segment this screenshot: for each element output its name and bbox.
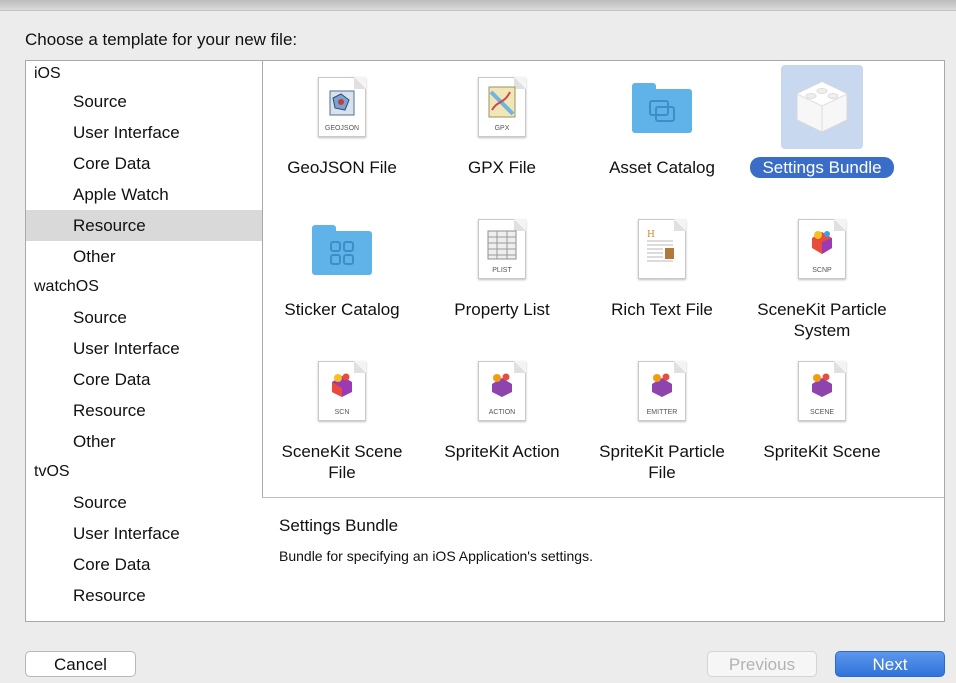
- template-settings-bundle[interactable]: Settings Bundle: [742, 65, 902, 178]
- sticker-catalog-folder-icon: [312, 225, 372, 275]
- sidebar-item-watchos-core-data[interactable]: Core Data: [26, 364, 262, 395]
- sidebar-item-ios-other[interactable]: Other: [26, 241, 262, 272]
- template-label: SpriteKit Scene: [763, 442, 881, 461]
- template-asset-catalog[interactable]: Asset Catalog: [582, 65, 742, 178]
- cancel-button[interactable]: Cancel: [25, 651, 136, 677]
- template-label: GPX File: [467, 158, 537, 177]
- sidebar-item-watchos-resource[interactable]: Resource: [26, 395, 262, 426]
- template-scenekit-scene-file[interactable]: SCN SceneKit Scene File: [262, 349, 422, 483]
- settings-bundle-cube-icon: [796, 81, 848, 133]
- template-scenekit-particle-system[interactable]: SCNP SceneKit Particle System: [742, 207, 902, 341]
- template-label: SpriteKit Action: [444, 442, 560, 461]
- spritekit-particle-doc-icon: EMITTER: [638, 361, 686, 421]
- sidebar-item-ios-source[interactable]: Source: [26, 86, 262, 117]
- template-label: Settings Bundle: [750, 157, 894, 178]
- plist-doc-icon: PLIST: [478, 219, 526, 279]
- sidebar-item-tvos-user-interface[interactable]: User Interface: [26, 518, 262, 549]
- sidebar-item-tvos-core-data[interactable]: Core Data: [26, 549, 262, 580]
- sidebar-item-ios-core-data[interactable]: Core Data: [26, 148, 262, 179]
- template-spritekit-scene[interactable]: SCENE SpriteKit Scene: [742, 349, 902, 462]
- template-sticker-catalog[interactable]: Sticker Catalog: [262, 207, 422, 320]
- sidebar-section-watchos: watchOS: [34, 278, 99, 295]
- sidebar-item-watchos-other[interactable]: Other: [26, 426, 262, 457]
- template-description-panel: Settings Bundle Bundle for specifying an…: [262, 498, 944, 621]
- template-label: Rich Text File: [611, 300, 713, 319]
- template-label: GeoJSON File: [287, 158, 397, 177]
- sidebar-item-ios-apple-watch[interactable]: Apple Watch: [26, 179, 262, 210]
- template-chooser-panel: iOS Source User Interface Core Data Appl…: [25, 60, 945, 622]
- gpx-doc-icon: GPX: [478, 77, 526, 137]
- svg-text:H: H: [647, 230, 655, 240]
- dialog-heading: Choose a template for your new file:: [25, 30, 298, 49]
- spritekit-action-doc-icon: ACTION: [478, 361, 526, 421]
- geojson-doc-icon: GEOJSON: [318, 77, 366, 137]
- template-label: Property List: [454, 300, 550, 319]
- window-title-bar: [0, 0, 956, 11]
- description-text: Bundle for specifying an iOS Application…: [279, 548, 593, 564]
- asset-catalog-folder-icon: [632, 83, 692, 133]
- template-property-list[interactable]: PLIST Property List: [422, 207, 582, 320]
- template-spritekit-particle-file[interactable]: EMITTER SpriteKit Particle File: [582, 349, 742, 483]
- template-label: Asset Catalog: [609, 158, 715, 177]
- template-spritekit-action[interactable]: ACTION SpriteKit Action: [422, 349, 582, 462]
- sidebar-item-ios-resource[interactable]: Resource: [26, 210, 262, 241]
- sidebar-item-tvos-source[interactable]: Source: [26, 487, 262, 518]
- template-gpx-file[interactable]: GPX GPX File: [422, 65, 582, 178]
- previous-button[interactable]: Previous: [707, 651, 817, 677]
- rich-text-doc-icon: H: [638, 219, 686, 279]
- template-rich-text-file[interactable]: H Rich Text File: [582, 207, 742, 320]
- sidebar-item-watchos-source[interactable]: Source: [26, 302, 262, 333]
- scenekit-particle-doc-icon: SCNP: [798, 219, 846, 279]
- platform-category-sidebar: iOS Source User Interface Core Data Appl…: [26, 61, 263, 621]
- template-geojson-file[interactable]: GEOJSON GeoJSON File: [262, 65, 422, 178]
- sidebar-item-watchos-user-interface[interactable]: User Interface: [26, 333, 262, 364]
- template-label: SpriteKit Particle File: [599, 442, 725, 482]
- template-label: Sticker Catalog: [284, 300, 400, 319]
- next-button[interactable]: Next: [835, 651, 945, 677]
- template-label: SceneKit Scene File: [281, 442, 403, 482]
- sidebar-section-tvos: tvOS: [34, 463, 70, 480]
- template-label: SceneKit Particle System: [757, 300, 887, 340]
- sidebar-item-ios-user-interface[interactable]: User Interface: [26, 117, 262, 148]
- scenekit-scene-doc-icon: SCN: [318, 361, 366, 421]
- template-grid: GEOJSON GeoJSON File GPX GPX File Asset …: [262, 61, 944, 498]
- sidebar-item-tvos-resource[interactable]: Resource: [26, 580, 262, 611]
- description-title: Settings Bundle: [279, 516, 399, 535]
- spritekit-scene-doc-icon: SCENE: [798, 361, 846, 421]
- sidebar-section-ios: iOS: [34, 65, 61, 82]
